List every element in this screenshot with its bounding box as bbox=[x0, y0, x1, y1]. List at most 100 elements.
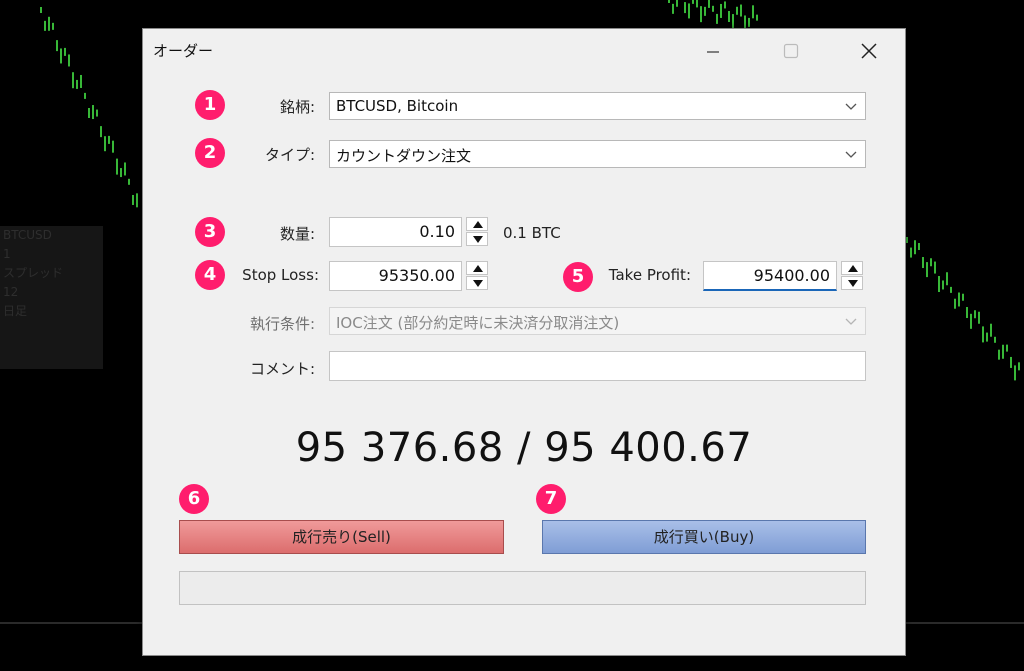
volume-stepper[interactable] bbox=[466, 217, 488, 247]
arrow-down-icon bbox=[473, 280, 483, 287]
candle bbox=[108, 135, 110, 144]
candle bbox=[974, 310, 976, 319]
candle bbox=[112, 140, 114, 153]
annotation-badge: 3 bbox=[195, 217, 225, 247]
candle bbox=[930, 258, 932, 267]
chevron-down-icon bbox=[845, 318, 857, 325]
order-type-value: カウントダウン注文 bbox=[336, 147, 472, 165]
candle bbox=[716, 13, 718, 24]
buy-button[interactable]: 成行買い(Buy) bbox=[542, 520, 866, 554]
fill-policy-label: 執行条件: bbox=[249, 315, 315, 333]
info-line: スプレッド bbox=[3, 266, 64, 280]
candle bbox=[938, 276, 940, 293]
candle bbox=[982, 326, 984, 343]
volume-decrement-button[interactable] bbox=[466, 232, 488, 246]
candle bbox=[76, 79, 78, 89]
volume-label: 数量: bbox=[279, 225, 315, 243]
candle bbox=[44, 20, 46, 31]
candle bbox=[724, 1, 726, 9]
take-profit-increment-button[interactable] bbox=[841, 261, 863, 275]
candle bbox=[92, 105, 94, 120]
candle bbox=[1002, 344, 1004, 359]
type-label: タイプ: bbox=[264, 146, 315, 164]
candle bbox=[64, 47, 66, 56]
candle bbox=[80, 74, 82, 88]
candle bbox=[918, 243, 920, 251]
candle bbox=[696, 0, 698, 8]
candle bbox=[132, 194, 134, 205]
annotation-badge: 7 bbox=[536, 484, 566, 514]
stop-loss-decrement-button[interactable] bbox=[466, 276, 488, 290]
annotation-badge: 4 bbox=[195, 260, 225, 290]
comment-input[interactable] bbox=[329, 351, 866, 381]
minimize-icon[interactable] bbox=[691, 35, 735, 65]
arrow-up-icon bbox=[848, 265, 858, 272]
candle bbox=[732, 14, 734, 30]
fill-policy-value: IOC注文 (部分約定時に未決済分取消注文) bbox=[336, 314, 620, 332]
candle bbox=[914, 240, 916, 255]
annotation-badge: 5 bbox=[563, 262, 593, 292]
stop-loss-label: Stop Loss: bbox=[242, 266, 319, 284]
take-profit-stepper[interactable] bbox=[841, 261, 863, 291]
sell-button[interactable]: 成行売り(Sell) bbox=[179, 520, 504, 554]
candle bbox=[60, 48, 62, 64]
candle bbox=[728, 11, 730, 23]
symbol-select[interactable]: BTCUSD, Bitcoin bbox=[329, 92, 866, 120]
arrow-down-icon bbox=[848, 280, 858, 287]
candle bbox=[84, 92, 86, 99]
annotation-badge: 6 bbox=[179, 484, 209, 514]
info-line: 日足 bbox=[3, 304, 28, 318]
candle bbox=[672, 3, 674, 14]
title-bar[interactable]: オーダー bbox=[143, 29, 905, 71]
candle bbox=[52, 22, 54, 30]
info-line: 12 bbox=[3, 285, 19, 299]
candle bbox=[56, 40, 58, 52]
candle bbox=[736, 6, 738, 15]
take-profit-input[interactable]: 95400.00 bbox=[703, 261, 837, 291]
stop-loss-input[interactable]: 95350.00 bbox=[329, 261, 462, 291]
candle bbox=[1014, 365, 1016, 381]
candle bbox=[986, 332, 988, 342]
bid-ask-quote: 95 376.68 / 95 400.67 bbox=[295, 425, 753, 471]
candle bbox=[72, 72, 74, 89]
volume-increment-button[interactable] bbox=[466, 217, 488, 231]
candle bbox=[752, 5, 754, 19]
candle bbox=[906, 237, 908, 243]
candle bbox=[40, 7, 42, 13]
candle bbox=[954, 298, 956, 309]
close-icon[interactable] bbox=[847, 35, 891, 65]
candle bbox=[1018, 362, 1020, 371]
arrow-up-icon bbox=[473, 265, 483, 272]
candle bbox=[994, 336, 996, 343]
info-line: 1 bbox=[3, 247, 11, 261]
maximize-icon[interactable] bbox=[769, 35, 813, 65]
annotation-badge: 1 bbox=[195, 90, 225, 120]
candle bbox=[990, 323, 992, 337]
chevron-down-icon bbox=[845, 103, 857, 110]
candle bbox=[120, 168, 122, 178]
candle bbox=[708, 0, 710, 8]
volume-input[interactable]: 0.10 bbox=[329, 217, 462, 247]
stop-loss-increment-button[interactable] bbox=[466, 261, 488, 275]
candle bbox=[958, 292, 960, 307]
order-type-select[interactable]: カウントダウン注文 bbox=[329, 140, 866, 168]
candle bbox=[1010, 356, 1012, 368]
candle bbox=[970, 313, 972, 329]
status-bar bbox=[179, 571, 866, 605]
take-profit-label: Take Profit: bbox=[608, 266, 691, 284]
candle bbox=[740, 4, 742, 17]
candle bbox=[720, 3, 722, 18]
window-title: オーダー bbox=[153, 42, 214, 60]
candle bbox=[676, 0, 678, 7]
candle bbox=[96, 109, 98, 117]
candle bbox=[104, 136, 106, 152]
take-profit-decrement-button[interactable] bbox=[841, 276, 863, 290]
comment-label: コメント: bbox=[249, 360, 315, 378]
stop-loss-stepper[interactable] bbox=[466, 261, 488, 291]
candle bbox=[950, 286, 952, 293]
candle bbox=[100, 126, 102, 138]
chevron-down-icon bbox=[845, 151, 857, 158]
candle bbox=[1006, 344, 1008, 352]
annotation-badge: 2 bbox=[195, 138, 225, 168]
candle bbox=[124, 162, 126, 176]
